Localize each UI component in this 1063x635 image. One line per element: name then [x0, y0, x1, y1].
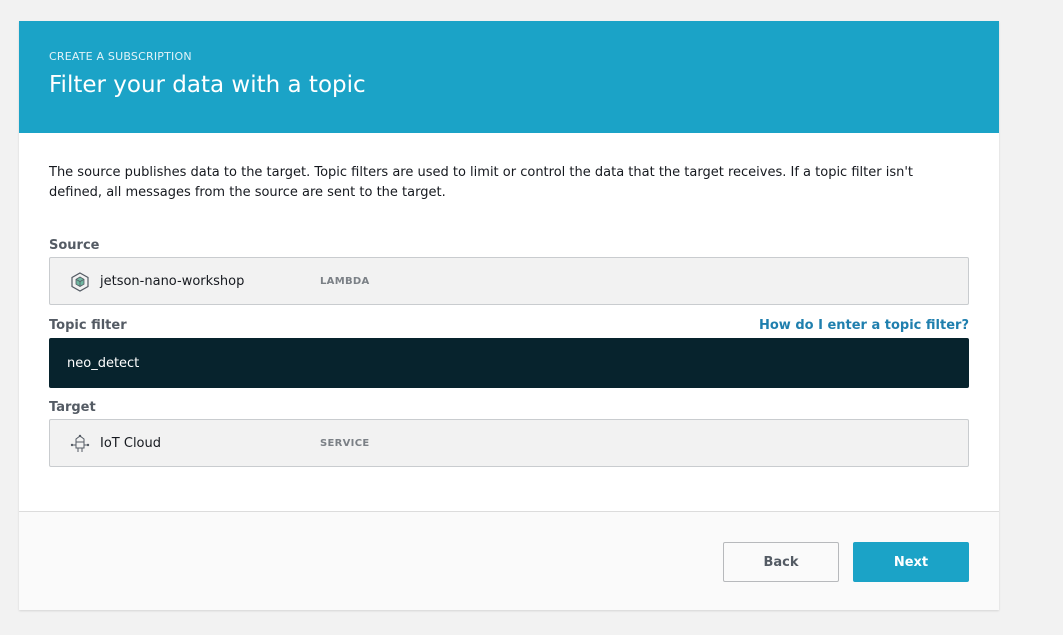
card-body: The source publishes data to the target.… [19, 133, 999, 511]
topic-filter-label-row: Topic filter How do I enter a topic filt… [49, 315, 969, 333]
description-text: The source publishes data to the target.… [49, 165, 913, 200]
target-field: IoT Cloud SERVICE [49, 419, 969, 467]
topic-filter-section: Topic filter How do I enter a topic filt… [49, 315, 969, 388]
page-title: Filter your data with a topic [49, 72, 366, 98]
header-eyebrow: CREATE A SUBSCRIPTION [49, 50, 192, 63]
topic-filter-label: Topic filter [49, 318, 127, 333]
source-type: LAMBDA [320, 275, 370, 287]
source-section: Source jetson-nano-workshop LAMBDA [49, 235, 969, 305]
target-label: Target [49, 400, 96, 415]
target-name: IoT Cloud [100, 435, 161, 451]
back-button[interactable]: Back [723, 542, 839, 582]
source-field: jetson-nano-workshop LAMBDA [49, 257, 969, 305]
iot-cloud-icon [70, 434, 90, 454]
next-button[interactable]: Next [853, 542, 969, 582]
source-name: jetson-nano-workshop [100, 273, 245, 289]
source-label: Source [49, 238, 100, 253]
target-type: SERVICE [320, 437, 370, 449]
topic-filter-input[interactable] [49, 338, 969, 388]
source-label-row: Source [49, 235, 969, 253]
target-label-row: Target [49, 397, 969, 415]
card-footer: Back Next [19, 511, 999, 610]
lambda-cube-icon [70, 272, 90, 292]
target-section: Target IoT Cloud SERVICE [49, 397, 969, 467]
topic-filter-help-link[interactable]: How do I enter a topic filter? [759, 318, 969, 333]
card-header: CREATE A SUBSCRIPTION Filter your data w… [19, 21, 999, 133]
subscription-card: CREATE A SUBSCRIPTION Filter your data w… [19, 21, 999, 610]
